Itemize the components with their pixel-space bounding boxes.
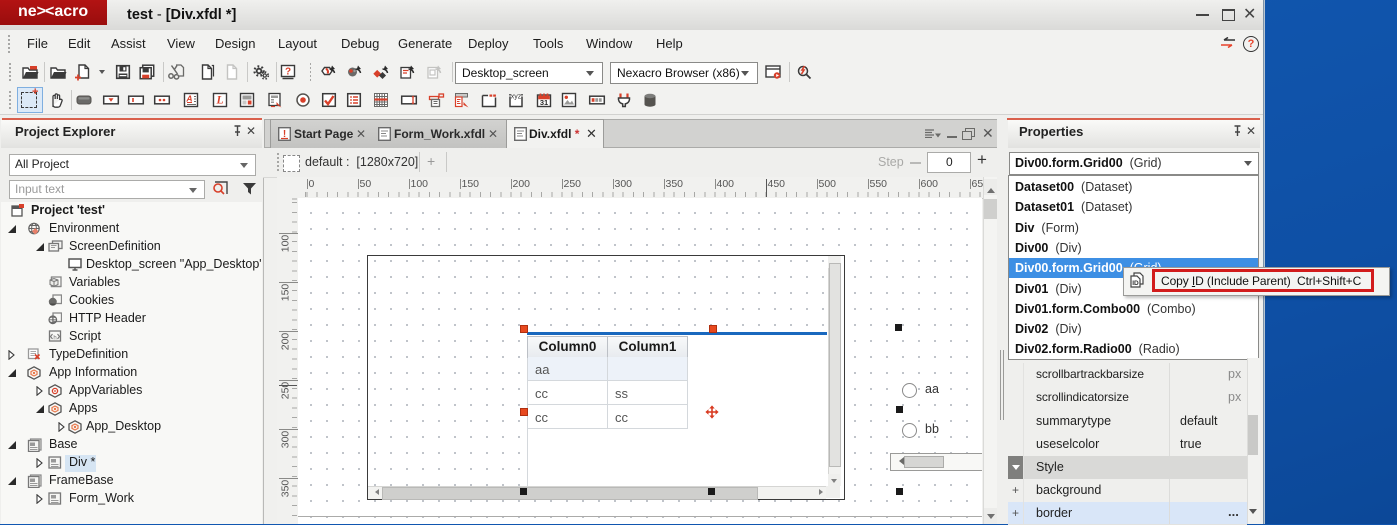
svg-text:ID: ID — [1132, 280, 1139, 287]
svg-text:xyz: xyz — [511, 94, 522, 101]
svg-text:h: h — [53, 336, 56, 342]
svg-text:?: ? — [285, 67, 291, 78]
svg-text:L: L — [215, 95, 223, 107]
svg-text:31: 31 — [540, 98, 548, 107]
